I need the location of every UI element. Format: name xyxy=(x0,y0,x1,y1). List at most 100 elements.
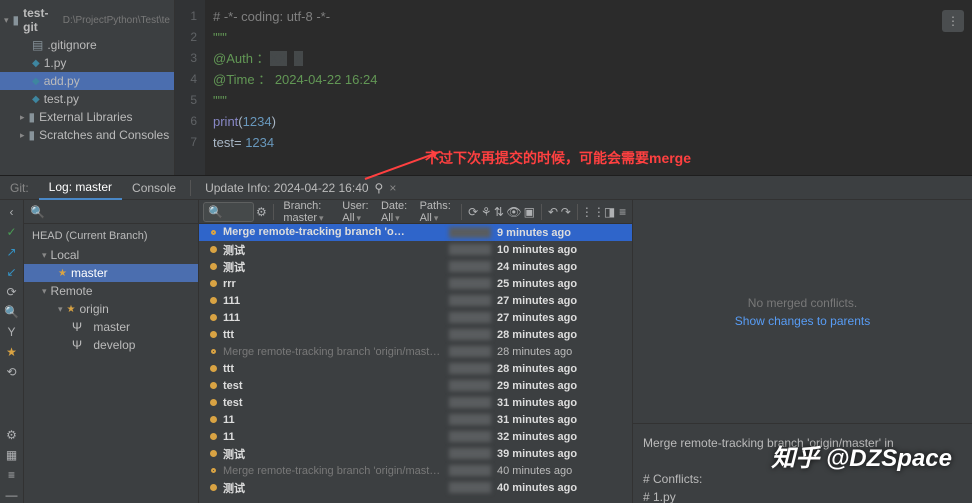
head-current-branch[interactable]: HEAD (Current Branch) xyxy=(24,226,198,246)
remote-branch-develop[interactable]: Ψ develop xyxy=(24,336,198,354)
search-icon: 🔍 xyxy=(30,204,45,220)
commit-dot-icon xyxy=(210,450,217,457)
remote-branch-master[interactable]: Ψ master xyxy=(24,318,198,336)
commit-row[interactable]: 测试 39 minutes ago xyxy=(199,445,632,462)
commits-list[interactable]: Merge remote-tracking branch 'oorigin & … xyxy=(199,224,632,503)
commit-row[interactable]: test 29 minutes ago xyxy=(199,377,632,394)
commit-row[interactable]: 11 32 minutes ago xyxy=(199,428,632,445)
options-icon[interactable]: ⋮⋮ xyxy=(584,203,602,221)
user-filter[interactable]: User: All▾ xyxy=(338,200,375,224)
local-branches-group[interactable]: ▾Local xyxy=(24,246,198,264)
commit-row[interactable]: Merge remote-tracking branch 'origin/mas… xyxy=(199,462,632,479)
gear-icon[interactable]: ⚙ xyxy=(4,427,20,443)
commit-row[interactable]: rrr 25 minutes ago xyxy=(199,275,632,292)
paths-filter[interactable]: Paths: All▾ xyxy=(416,200,456,224)
commit-row[interactable]: 111 27 minutes ago xyxy=(199,292,632,309)
redo-icon[interactable]: ↷ xyxy=(560,203,571,221)
local-branch-master[interactable]: ★master xyxy=(24,264,198,282)
remote-origin[interactable]: ▾★origin xyxy=(24,300,198,318)
more-options-button[interactable]: ⋮ xyxy=(942,10,964,32)
search-icon[interactable]: 🔍 xyxy=(4,304,20,320)
history-icon[interactable]: ⟲ xyxy=(4,364,20,380)
code-editor[interactable]: 1234567 # -*- coding: utf-8 -*- """ @Aut… xyxy=(175,0,972,175)
commit-row[interactable]: 11 31 minutes ago xyxy=(199,411,632,428)
file-1-py[interactable]: ◆ 1.py xyxy=(0,54,174,72)
commit-row[interactable]: 测试 40 minutes ago xyxy=(199,479,632,496)
commit-dot-icon xyxy=(211,230,216,235)
commit-author xyxy=(449,329,491,340)
pull-icon[interactable]: ↙ xyxy=(4,264,20,280)
commit-time: 24 minutes ago xyxy=(497,261,607,273)
show-changes-link[interactable]: Show changes to parents xyxy=(735,314,870,328)
file-add-py[interactable]: ◆ add.py xyxy=(0,72,174,90)
pointer-icon[interactable]: ▣ xyxy=(524,203,535,221)
commit-author xyxy=(449,397,491,408)
refresh-icon[interactable]: ⟳ xyxy=(468,203,479,221)
undo-icon[interactable]: ↶ xyxy=(548,203,559,221)
branch-icon[interactable]: Y xyxy=(4,324,20,340)
remote-branches-group[interactable]: ▾Remote xyxy=(24,282,198,300)
push-icon[interactable]: ↗ xyxy=(4,244,20,260)
commit-row[interactable]: Merge remote-tracking branch 'origin/mas… xyxy=(199,343,632,360)
pin-icon[interactable]: ⚲ xyxy=(375,181,384,195)
chevron-down-icon: ▾ xyxy=(58,304,63,315)
red-annotation-text: 不过下次再提交的时候，可能会需要merge xyxy=(425,148,691,168)
commit-message: 测试 xyxy=(223,242,443,258)
line-gutter: 1234567 xyxy=(175,0,205,175)
view-icon[interactable]: 👁 xyxy=(506,203,521,221)
commit-row[interactable]: 111 27 minutes ago xyxy=(199,309,632,326)
commit-time: 39 minutes ago xyxy=(497,448,607,460)
commit-author xyxy=(449,482,491,493)
commit-row[interactable]: ttt 28 minutes ago xyxy=(199,326,632,343)
date-filter[interactable]: Date: All▾ xyxy=(377,200,414,224)
commit-author xyxy=(449,312,491,323)
branch-filter[interactable]: Branch: master▾ xyxy=(279,200,336,224)
compare-icon[interactable]: ⇅ xyxy=(494,203,505,221)
commit-row[interactable]: ttt 28 minutes ago xyxy=(199,360,632,377)
commit-row[interactable]: Merge remote-tracking branch 'oorigin & … xyxy=(199,224,632,241)
external-libraries[interactable]: ▸ ▮ External Libraries xyxy=(0,108,174,126)
commit-author xyxy=(449,261,491,272)
fetch-icon[interactable]: ⟳ xyxy=(4,284,20,300)
close-icon[interactable]: × xyxy=(389,181,396,195)
tab-update-info[interactable]: Update Info: 2024-04-22 16:40 ⚲ × xyxy=(195,177,406,199)
commit-author xyxy=(449,380,491,391)
commit-icon[interactable]: ✓ xyxy=(4,224,20,240)
file-test-py[interactable]: ◆ test.py xyxy=(0,90,174,108)
commit-row[interactable]: test 31 minutes ago xyxy=(199,394,632,411)
minimize-icon[interactable]: — xyxy=(4,487,20,503)
commit-author xyxy=(449,414,491,425)
commit-row[interactable]: 测试 24 minutes ago xyxy=(199,258,632,275)
layout-icon[interactable]: ▦ xyxy=(4,447,20,463)
library-icon: ▮ xyxy=(29,110,36,124)
tab-console[interactable]: Console xyxy=(122,177,186,199)
expand-icon[interactable]: ◨ xyxy=(604,203,615,221)
settings-icon[interactable]: ≡ xyxy=(617,203,628,221)
tab-log-master[interactable]: Log: master xyxy=(39,176,122,200)
star-icon[interactable]: ★ xyxy=(4,344,20,360)
branch-filter-input[interactable] xyxy=(45,205,200,219)
back-icon[interactable]: ‹ xyxy=(4,204,20,220)
chevron-down-icon: ▾ xyxy=(4,15,9,26)
project-tree[interactable]: ▾ ▮ test-git D:\ProjectPython\Test\te ▤ … xyxy=(0,0,175,175)
project-root-folder[interactable]: ▾ ▮ test-git D:\ProjectPython\Test\te xyxy=(0,4,174,36)
commit-time: 27 minutes ago xyxy=(497,312,607,324)
commit-row[interactable]: 测试 10 minutes ago xyxy=(199,241,632,258)
commit-dot-icon xyxy=(211,468,216,473)
commit-time: 27 minutes ago xyxy=(497,295,607,307)
commit-search-input[interactable]: 🔍 xyxy=(203,202,254,222)
commit-details-panel: No merged conflicts. Show changes to par… xyxy=(632,200,972,503)
project-root-path: D:\ProjectPython\Test\te xyxy=(63,15,170,26)
commit-time: 28 minutes ago xyxy=(497,346,607,358)
file-gitignore[interactable]: ▤ .gitignore xyxy=(0,36,174,54)
star-icon: ★ xyxy=(67,304,76,315)
branches-panel: 🔍 HEAD (Current Branch) ▾Local ★master ▾… xyxy=(24,200,199,503)
cherry-pick-icon[interactable]: ⚘ xyxy=(481,203,492,221)
scratches-and-consoles[interactable]: ▸ ▮ Scratches and Consoles xyxy=(0,126,174,144)
commit-message: test xyxy=(223,397,443,409)
sort-icon[interactable]: ≡ xyxy=(4,467,20,483)
commit-dot-icon xyxy=(210,246,217,253)
git-tool-window: Git: Log: master Console Update Info: 20… xyxy=(0,175,972,503)
gear-icon[interactable]: ⚙ xyxy=(256,204,267,220)
commit-time: 31 minutes ago xyxy=(497,414,607,426)
